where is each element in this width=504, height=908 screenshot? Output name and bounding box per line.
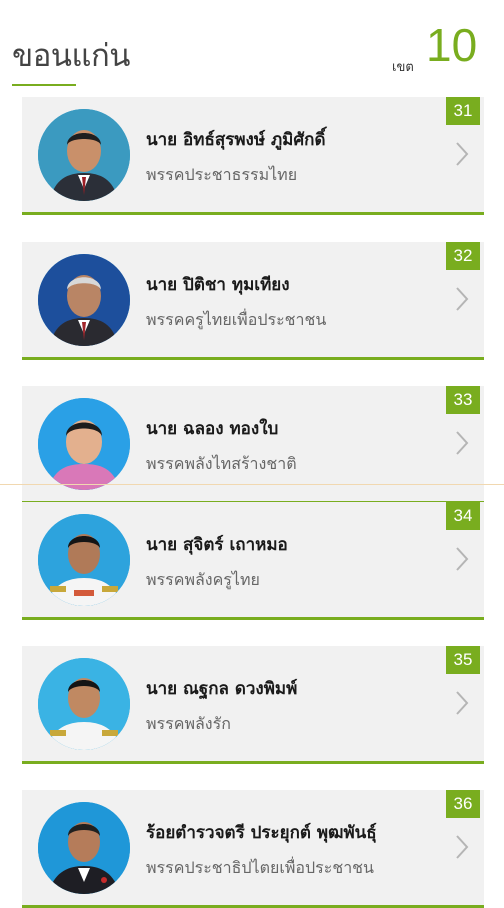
candidate-card[interactable]: นาย ฉลอง ทองใบ พรรคพลังไทสร้างชาติ 33 xyxy=(22,386,484,504)
district-label: เขต xyxy=(392,60,414,75)
candidate-card[interactable]: นาย สุจิตร์ เถาหมอ พรรคพลังครูไทย 34 xyxy=(22,502,484,620)
candidate-photo xyxy=(38,109,130,201)
candidate-photo xyxy=(38,254,130,346)
candidate-party: พรรคครูไทยเพื่อประชาชน xyxy=(146,310,327,329)
candidate-name: นาย ปิติชา ทุมเทียง xyxy=(146,275,290,295)
chevron-right-icon[interactable] xyxy=(452,428,472,458)
person-icon xyxy=(38,398,130,490)
chevron-right-icon[interactable] xyxy=(452,544,472,574)
candidate-party: พรรคประชาธิปไตยเพื่อประชาชน xyxy=(146,858,374,877)
candidate-card[interactable]: ร้อยตำรวจตรี ประยุกต์ พุฒพันธุ์ พรรคประช… xyxy=(22,790,484,908)
district-number: 10 xyxy=(426,19,478,71)
candidate-party: พรรคพลังไทสร้างชาติ xyxy=(146,454,297,473)
candidate-photo xyxy=(38,802,130,894)
person-icon xyxy=(38,802,130,894)
person-icon xyxy=(38,254,130,346)
candidate-number-badge: 36 xyxy=(446,790,480,818)
candidate-name: นาย อิทธ์สุรพงษ์ ภูมิศักดิ์ xyxy=(146,130,326,150)
chevron-right-icon[interactable] xyxy=(452,832,472,862)
chevron-right-icon[interactable] xyxy=(452,284,472,314)
candidate-number-badge: 31 xyxy=(446,97,480,125)
candidate-photo xyxy=(38,398,130,490)
candidate-card[interactable]: นาย อิทธ์สุรพงษ์ ภูมิศักดิ์ พรรคประชาธรร… xyxy=(22,97,484,215)
chevron-right-icon[interactable] xyxy=(452,688,472,718)
candidate-number-badge: 35 xyxy=(446,646,480,674)
candidate-card[interactable]: นาย ณฐกล ดวงพิมพ์ พรรคพลังรัก 35 xyxy=(22,646,484,764)
header: ขอนแก่น เขต 10 xyxy=(0,0,504,92)
candidate-card[interactable]: นาย ปิติชา ทุมเทียง พรรคครูไทยเพื่อประชา… xyxy=(22,242,484,360)
chevron-right-icon[interactable] xyxy=(452,139,472,169)
candidate-party: พรรคพลังรัก xyxy=(146,714,231,733)
candidate-name: นาย ณฐกล ดวงพิมพ์ xyxy=(146,679,298,699)
candidate-photo xyxy=(38,658,130,750)
candidate-number-badge: 33 xyxy=(446,386,480,414)
candidate-number-badge: 32 xyxy=(446,242,480,270)
person-icon xyxy=(38,514,130,606)
candidate-name: นาย สุจิตร์ เถาหมอ xyxy=(146,535,288,555)
candidate-name: นาย ฉลอง ทองใบ xyxy=(146,419,279,439)
candidate-party: พรรคพลังครูไทย xyxy=(146,570,260,589)
candidate-photo xyxy=(38,514,130,606)
candidate-number-badge: 34 xyxy=(446,502,480,530)
candidate-party: พรรคประชาธรรมไทย xyxy=(146,165,298,184)
person-icon xyxy=(38,658,130,750)
title-underline xyxy=(12,84,76,86)
candidate-name: ร้อยตำรวจตรี ประยุกต์ พุฒพันธุ์ xyxy=(146,823,377,843)
person-icon xyxy=(38,109,130,201)
divider xyxy=(0,484,504,485)
province-title: ขอนแก่น xyxy=(12,38,130,74)
